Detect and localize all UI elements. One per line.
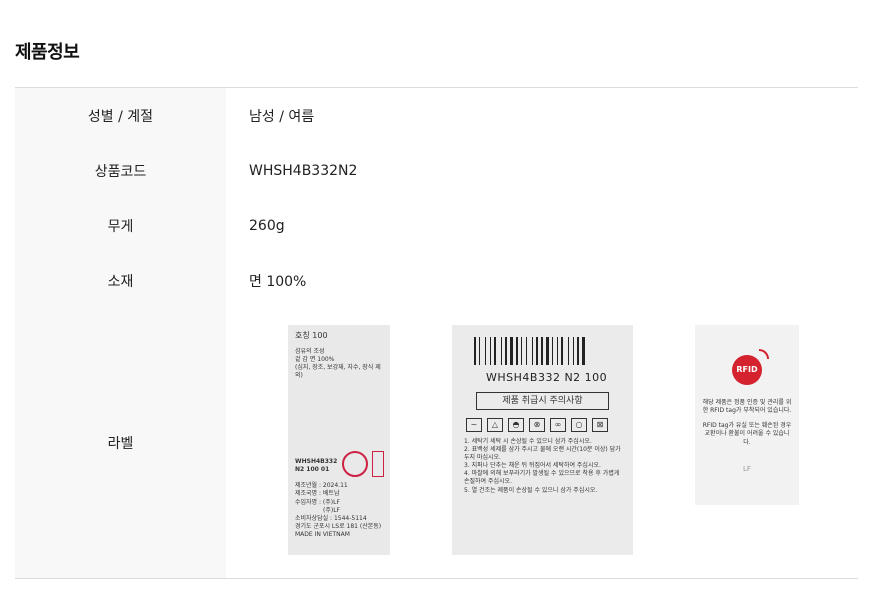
row-labels: 라벨 호칭 100 섬유의 조성 겉 감 면 100% (심지, 장조, 보강재… <box>15 308 858 578</box>
barcode-bar <box>492 337 493 365</box>
rfid-text-2: RFID tag가 유실 또는 훼손된 경우 교환이나 환불이 어려울 수 있습… <box>702 421 792 446</box>
row-label: 상품코드 <box>15 143 226 198</box>
section-title: 제품정보 <box>15 42 80 63</box>
barcode-bar <box>481 337 484 365</box>
barcode-bar <box>561 337 563 365</box>
barcode-bar <box>485 337 486 365</box>
barcode-bar <box>559 337 560 365</box>
barcode-bar <box>490 337 491 365</box>
barcode-bar <box>528 337 531 365</box>
row-value: 호칭 100 섬유의 조성 겉 감 면 100% (심지, 장조, 보강재, 자… <box>226 308 858 578</box>
row-value: 260g <box>249 217 285 234</box>
row-weight: 무게 260g <box>15 198 858 253</box>
fiber-title: 섬유의 조성 <box>295 347 325 355</box>
made-in: MADE IN VIETNAM <box>295 530 350 538</box>
care-item: 2. 표백성 세제를 삼가 주시고 물에 오랜 시간(10분 이상) 담가 두지… <box>464 446 621 462</box>
care-title: 제품 취급시 주의사항 <box>476 391 609 410</box>
barcode-bar <box>505 337 507 365</box>
barcode-bar <box>544 337 545 365</box>
rfid-label-image: RFID 해당 제품은 정품 인증 및 관리를 위한 RFID tag가 부착되… <box>695 325 799 505</box>
stamp-box-icon <box>372 451 384 477</box>
barcode-bar <box>501 337 502 365</box>
rfid-text-1: 해당 제품은 정품 인증 및 관리를 위한 RFID tag가 부착되어 있습니… <box>702 399 792 415</box>
row-material: 소재 면 100% <box>15 253 858 308</box>
cs-line: 소비자상담실 : 1544-5114 <box>295 514 367 522</box>
row-gender-season: 성별 / 계절 남성 / 여름 <box>15 88 858 143</box>
dry-icon: ○ <box>571 417 587 432</box>
barcode-bar <box>516 337 518 365</box>
label-images: 호칭 100 섬유의 조성 겉 감 면 100% (심지, 장조, 보강재, 자… <box>226 308 858 578</box>
barcode-bar <box>541 337 543 365</box>
barcode-bar <box>503 337 504 365</box>
row-label: 라벨 <box>15 308 226 578</box>
row-value: WHSH4B332N2 <box>249 162 358 179</box>
label-code: WHSH4B332 N2 100 <box>486 371 608 384</box>
row-label: 성별 / 계절 <box>15 88 226 143</box>
barcode-bar <box>568 337 569 365</box>
barcode-bar <box>570 337 572 365</box>
barcode-bar <box>550 337 551 365</box>
barcode-bar <box>514 337 515 365</box>
barcode-bar <box>539 337 540 365</box>
row-product-code: 상품코드 WHSH4B332N2 <box>15 143 858 198</box>
fiber-note: (심지, 장조, 보강재, 자수, 장식 제외) <box>295 363 381 380</box>
address: 경기도 군포시 LS로 181 (산본동) <box>295 522 382 530</box>
seal-stamp-icon <box>342 451 368 477</box>
barcode-bar <box>521 337 522 365</box>
row-value: 남성 / 여름 <box>249 108 315 125</box>
barcode-bar <box>534 337 535 365</box>
barcode-bar <box>474 337 476 365</box>
label-code-1: WHSH4B332 <box>295 458 338 466</box>
lf-logo: LF <box>743 464 751 473</box>
barcode-bar <box>510 337 513 365</box>
barcode-bar <box>497 337 500 365</box>
barcode-bar <box>532 337 533 365</box>
iron-icon: ◓ <box>508 417 524 432</box>
barcode-bar <box>577 337 579 365</box>
product-info-table: 성별 / 계절 남성 / 여름 상품코드 WHSH4B332N2 무게 260g… <box>15 87 858 579</box>
barcode-bar <box>523 337 525 365</box>
bleach-icon: △ <box>487 417 503 432</box>
barcode-bar <box>573 337 574 365</box>
care-symbols: ~ △ ◓ ⊗ ∞ ○ ⊠ <box>466 417 621 432</box>
row-value: 면 100% <box>249 273 307 290</box>
barcode-bar <box>508 337 509 365</box>
barcode-bar <box>546 337 549 365</box>
barcode-bar <box>575 337 576 365</box>
barcode-bar <box>580 337 581 365</box>
barcode-bar <box>479 337 480 365</box>
barcode-bar <box>557 337 558 365</box>
country: 제조국명 : 베트남 <box>295 490 340 498</box>
rfid-icon: RFID <box>732 349 769 385</box>
care-label-image-1: 호칭 100 섬유의 조성 겉 감 면 100% (심지, 장조, 보강재, 자… <box>288 325 390 555</box>
fiber-line: 겉 감 면 100% <box>295 355 335 363</box>
wash-icon: ~ <box>466 417 482 432</box>
care-item: 4. 마찰에 의해 보푸라기가 발생될 수 있으므로 착용 후 가볍게 손질하여… <box>464 470 620 486</box>
care-label-image-2: WHSH4B332 N2 100 제품 취급시 주의사항 ~ △ ◓ ⊗ ∞ ○… <box>452 325 633 555</box>
barcode-bar <box>526 337 527 365</box>
barcode-bar <box>582 337 585 365</box>
label-code-2: N2 100 01 <box>295 466 330 474</box>
barcode-bar <box>554 337 556 365</box>
size-line: 호칭 100 <box>295 331 328 340</box>
row-label: 소재 <box>15 253 226 308</box>
twist-icon: ∞ <box>550 417 566 432</box>
no-tumble-icon: ⊠ <box>592 417 608 432</box>
importer: 수입자명 : (주)LF <box>295 498 340 506</box>
barcode-bar <box>494 337 496 365</box>
barcode-bar <box>586 337 587 365</box>
importer-2: (주)LF <box>323 506 340 514</box>
barcode-bar <box>536 337 538 365</box>
care-item: 1. 세탁기 세탁 시 손상될 수 있으니 삼가 주십시오. <box>464 437 592 445</box>
barcode-bar <box>564 337 567 365</box>
barcode-bar <box>487 337 489 365</box>
row-label: 무게 <box>15 198 226 253</box>
care-item: 5. 열 건조는 제품이 손상될 수 있으니 삼가 주십시오. <box>464 486 598 494</box>
no-dryclean-icon: ⊗ <box>529 417 545 432</box>
barcode-bar <box>477 337 478 365</box>
barcode-icon <box>474 337 615 365</box>
barcode-bar <box>552 337 553 365</box>
barcode-bar <box>519 337 520 365</box>
